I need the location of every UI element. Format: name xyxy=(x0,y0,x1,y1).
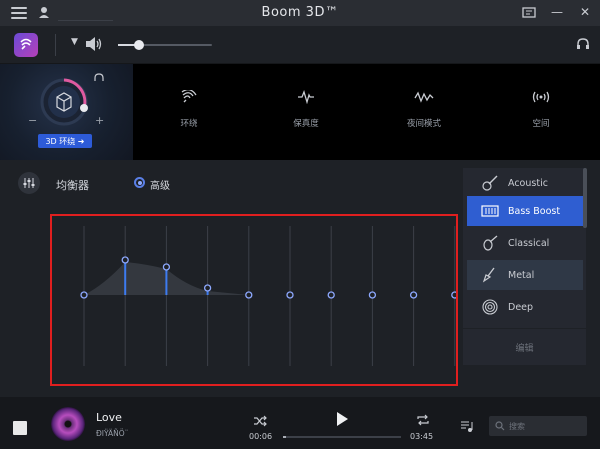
album-art[interactable] xyxy=(51,407,85,441)
volume-slider-thumb[interactable] xyxy=(133,40,144,50)
equalizer-title: 均衡器 xyxy=(56,179,89,192)
song-title: Love xyxy=(96,411,122,424)
effect-label: 夜间模式 xyxy=(406,119,441,129)
effect-fidelity[interactable]: 保真度 xyxy=(271,90,341,129)
equalizer-sliders[interactable] xyxy=(52,216,459,384)
deep-icon xyxy=(482,299,498,315)
player-bar: Love ÐIŸÄÑÖ¨ 00:06 03:45 xyxy=(0,397,600,449)
effect-spatial[interactable]: 空间 xyxy=(506,90,576,129)
preset-label: Classical xyxy=(508,237,550,249)
headphones-icon[interactable] xyxy=(576,37,590,51)
acoustic-guitar-icon xyxy=(482,175,498,191)
chevron-down-icon[interactable]: ▼ xyxy=(71,37,78,47)
app-title: Boom 3D™ xyxy=(261,5,339,20)
effect-night-mode[interactable]: 夜间模式 xyxy=(389,90,459,129)
shuffle-icon[interactable] xyxy=(253,415,267,427)
preset-classical[interactable]: Classical xyxy=(467,228,583,258)
eq-band-handle[interactable] xyxy=(121,256,129,264)
presets-panel: Acoustic Bass Boost Classical Metal Deep… xyxy=(463,168,586,365)
volume-slider[interactable] xyxy=(118,40,212,50)
eq-band-handle[interactable] xyxy=(203,284,212,292)
search-input[interactable] xyxy=(509,421,579,431)
preset-label: Acoustic xyxy=(508,177,548,189)
notification-icon[interactable] xyxy=(522,5,536,19)
eq-band-handle[interactable] xyxy=(368,291,377,299)
eq-band-handle[interactable] xyxy=(245,291,253,299)
3d-surround-dial[interactable] xyxy=(38,76,90,128)
preset-deep[interactable]: Deep xyxy=(467,292,583,322)
advanced-mode-radio[interactable] xyxy=(134,177,145,188)
preset-label: Metal xyxy=(508,269,535,281)
effects-panel: − + 3D 环绕 ➜ 环绕 保真度 夜间模式 空间 xyxy=(0,64,600,160)
title-bar: Boom 3D™ — ✕ xyxy=(0,0,600,26)
spatial-icon xyxy=(532,91,550,103)
ambience-icon xyxy=(181,90,197,103)
speaker-icon[interactable] xyxy=(85,36,103,52)
plus-icon[interactable]: + xyxy=(95,114,104,127)
presets-scrollbar[interactable] xyxy=(583,168,587,228)
edit-presets-button[interactable]: 编辑 xyxy=(463,328,586,365)
bass-boost-icon xyxy=(481,205,499,217)
repeat-icon[interactable] xyxy=(416,414,430,426)
total-time: 03:45 xyxy=(410,432,434,441)
preset-bass-boost[interactable]: Bass Boost xyxy=(467,196,583,226)
account-underline xyxy=(58,20,113,21)
eq-band-handle[interactable] xyxy=(80,291,88,299)
progress-fill xyxy=(283,436,287,438)
search-icon xyxy=(495,421,505,431)
eq-band-handle[interactable] xyxy=(286,291,294,299)
preset-label: Deep xyxy=(508,301,534,313)
boom-logo-icon xyxy=(20,38,32,50)
eq-band-handle[interactable] xyxy=(327,291,335,299)
eq-band-handle[interactable] xyxy=(451,291,459,299)
effect-label: 环绕 xyxy=(180,119,198,129)
volume-row: ▼ xyxy=(0,26,600,64)
3d-surround-button[interactable]: 3D 环绕 ➜ xyxy=(38,134,92,148)
electric-guitar-icon xyxy=(482,267,495,283)
artist-name: ÐIŸÄÑÖ¨ xyxy=(96,429,129,438)
3d-surround-panel[interactable]: − + 3D 环绕 ➜ xyxy=(0,64,133,160)
minus-icon[interactable]: − xyxy=(28,114,37,127)
preset-label: Bass Boost xyxy=(508,205,561,217)
equalizer-graph xyxy=(50,214,459,386)
close-button[interactable]: ✕ xyxy=(578,5,592,19)
fidelity-icon xyxy=(298,90,314,104)
playlist-icon[interactable] xyxy=(460,419,474,433)
eq-band-handle[interactable] xyxy=(409,291,418,299)
night-mode-icon xyxy=(414,91,434,103)
effect-label: 保真度 xyxy=(293,119,319,129)
minimize-button[interactable]: — xyxy=(550,5,564,19)
divider xyxy=(55,34,56,56)
current-time: 00:06 xyxy=(249,432,273,441)
equalizer-icon xyxy=(23,178,35,188)
advanced-mode-label[interactable]: 高级 xyxy=(150,177,170,192)
preset-acoustic[interactable]: Acoustic xyxy=(467,168,583,198)
play-icon[interactable] xyxy=(336,412,348,426)
search-box[interactable] xyxy=(489,416,587,436)
equalizer-toggle[interactable] xyxy=(18,172,40,194)
mini-player-icon[interactable] xyxy=(13,421,27,435)
preset-metal[interactable]: Metal xyxy=(467,260,583,290)
violin-icon xyxy=(483,235,498,251)
effect-label: 空间 xyxy=(532,119,550,129)
progress-bar[interactable] xyxy=(283,436,401,438)
app-logo[interactable] xyxy=(14,33,38,57)
headphones-small-icon xyxy=(94,73,104,81)
equalizer-header: 均衡器 高级 xyxy=(0,160,463,206)
effect-ambience[interactable]: 环绕 xyxy=(154,90,224,129)
eq-band-handle[interactable] xyxy=(162,263,171,271)
